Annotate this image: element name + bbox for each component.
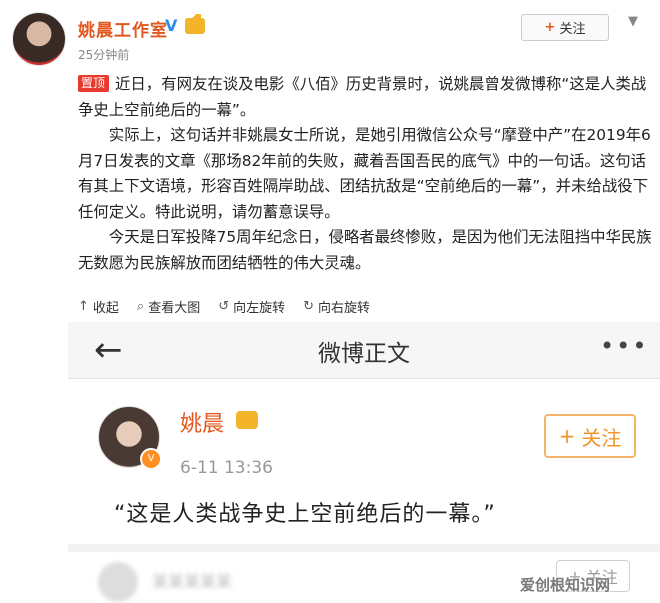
screenshot-post-card: V 姚晨 6-11 13:36 + 关注 “这是人类战争史上空前绝后的一幕。” <box>68 384 660 544</box>
image-toolbar: ↑ 收起 ⌕ 查看大图 ↺ 向左旋转 ↻ 向右旋转 <box>78 294 370 318</box>
view-large-button[interactable]: ⌕ 查看大图 <box>137 297 200 316</box>
blurred-avatar <box>98 562 138 602</box>
plus-icon: + <box>558 424 576 448</box>
more-icon: ••• <box>600 332 649 360</box>
rotate-right-button[interactable]: ↻ 向右旋转 <box>303 297 370 316</box>
post-body: 置顶 近日，有网友在谈及电影《八佰》历史背景时，说姚晨曾发微博称“这是人类战争史上… <box>78 72 652 276</box>
blurred-name: 某某某某某 <box>152 572 233 591</box>
screenshot-verified-badge-icon: V <box>140 448 162 470</box>
plus-icon: + <box>544 20 556 35</box>
collapse-button[interactable]: ↑ 收起 <box>78 297 119 316</box>
rotate-right-icon: ↻ <box>303 298 315 314</box>
magnifier-icon: ⌕ <box>136 298 145 314</box>
paragraph-3: 今天是日军投降75周年纪念日，侵略者最终惨败，是因为他们无法阻挡中华民族无数愿为… <box>78 228 652 272</box>
vip-crown-icon <box>185 14 205 34</box>
watermark: 爱创根知识网 <box>520 576 611 594</box>
verified-icon: V <box>165 16 178 35</box>
screenshot-nav-bar: ← 微博正文 ••• <box>68 322 660 379</box>
screenshot-quote-text: “这是人类战争史上空前绝后的一幕。” <box>114 502 496 527</box>
paragraph-2: 实际上，这句话并非姚晨女士所说，是她引用微信公众号“摩登中产”在2019年6月7… <box>78 126 651 221</box>
chevron-down-icon[interactable]: ▼ <box>628 14 638 29</box>
embedded-screenshot[interactable]: ← 微博正文 ••• V 姚晨 6-11 13:36 + 关注 “这是人类战争史… <box>68 322 660 603</box>
screenshot-nav-title: 微博正文 <box>318 341 410 367</box>
rotate-left-button[interactable]: ↺ 向左旋转 <box>218 297 285 316</box>
screenshot-crown-icon <box>236 411 258 429</box>
rotate-left-icon: ↺ <box>218 298 230 314</box>
author-avatar[interactable] <box>12 12 66 66</box>
post-time[interactable]: 25分钟前 <box>78 46 129 63</box>
follow-label: 关注 <box>559 22 586 37</box>
author-name[interactable]: 姚晨工作室 <box>78 16 168 41</box>
pin-badge: 置顶 <box>78 75 110 92</box>
collapse-icon: ↑ <box>78 298 89 314</box>
screenshot-author-name: 姚晨 <box>180 412 225 437</box>
paragraph-1: 置顶 近日，有网友在谈及电影《八佰》历史背景时，说姚晨曾发微博称“这是人类战争史上… <box>78 75 647 119</box>
post-header: 姚晨工作室 V 25分钟前 + 关注 ▼ <box>0 0 660 72</box>
follow-button[interactable]: + 关注 <box>521 14 609 41</box>
screenshot-follow-button: + 关注 <box>544 414 636 458</box>
screenshot-post-time: 6-11 13:36 <box>180 458 273 478</box>
